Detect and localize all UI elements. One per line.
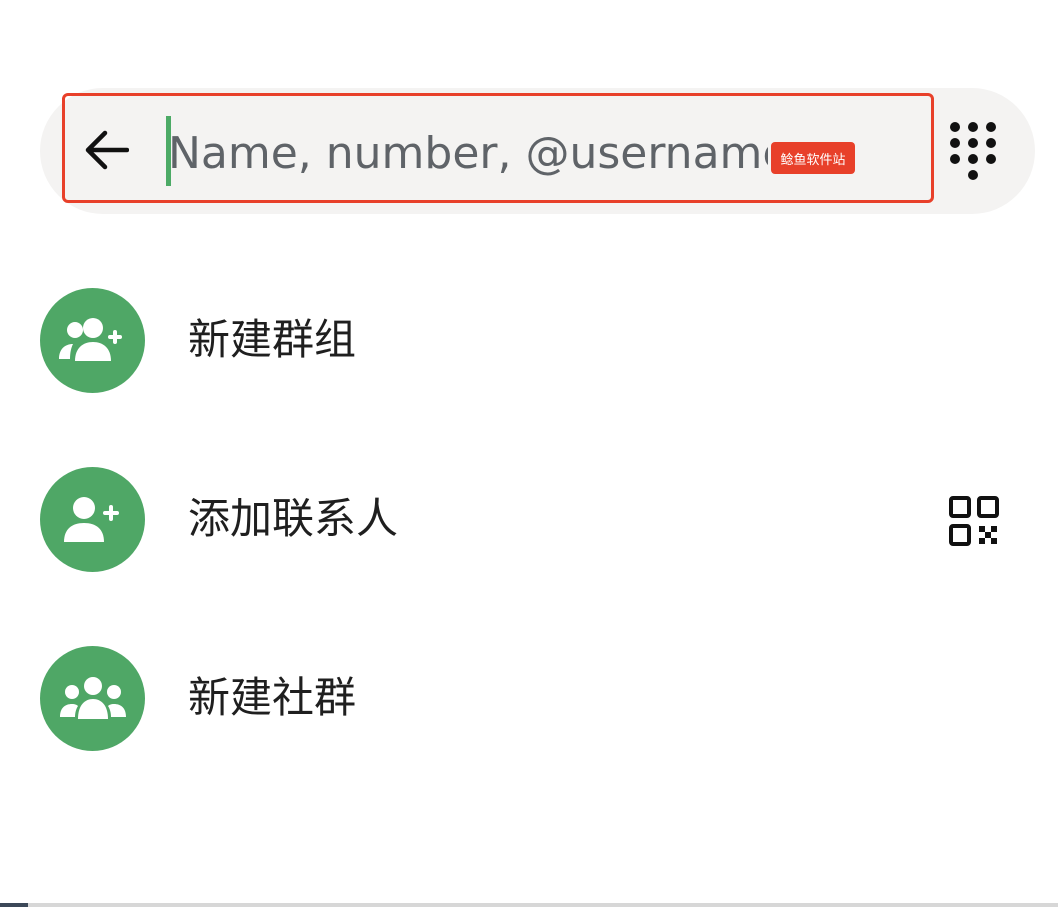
- new-chat-screen: 鲶鱼软件站: [0, 0, 1058, 907]
- community-icon: [59, 676, 126, 719]
- add-group-icon: [58, 317, 122, 361]
- new-community-label: 新建社群: [188, 673, 357, 722]
- new-group-avatar: [40, 288, 145, 393]
- dialpad-icon: [950, 122, 996, 180]
- new-community-item[interactable]: 新建社群: [0, 638, 1058, 758]
- bottom-divider: [0, 903, 1058, 907]
- qr-code-icon: [949, 496, 999, 546]
- dialpad-button[interactable]: [940, 115, 1006, 187]
- add-contact-avatar: [40, 467, 145, 572]
- search-highlight-box: [62, 93, 934, 203]
- add-contact-label: 添加联系人: [188, 494, 399, 543]
- add-person-icon: [63, 496, 119, 542]
- new-community-avatar: [40, 646, 145, 751]
- new-group-item[interactable]: 新建群组: [0, 280, 1058, 400]
- add-contact-item[interactable]: 添加联系人: [0, 459, 1058, 579]
- bottom-divider-accent: [0, 903, 28, 907]
- qr-code-button[interactable]: [948, 495, 1000, 547]
- new-group-label: 新建群组: [188, 315, 357, 364]
